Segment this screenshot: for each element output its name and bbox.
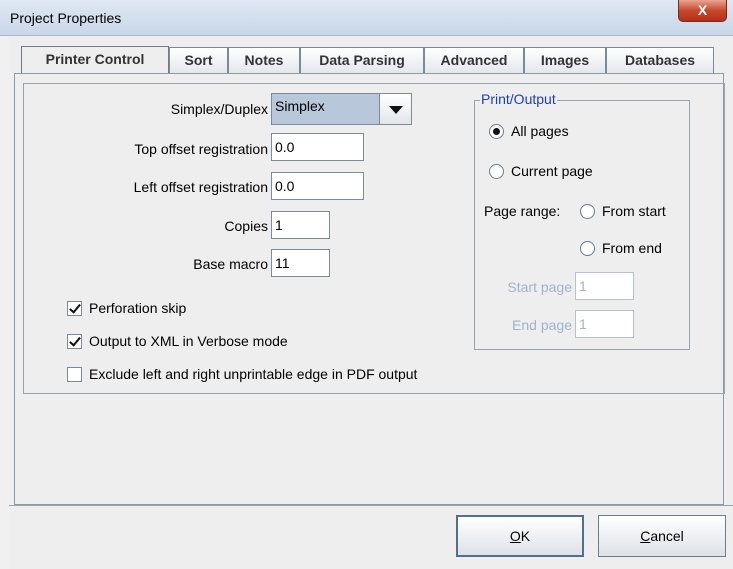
- ok-rest: K: [520, 528, 531, 544]
- current-page-radio[interactable]: [489, 164, 504, 179]
- exclude-edge-checkbox[interactable]: [67, 367, 82, 382]
- ok-button[interactable]: OK: [456, 515, 584, 557]
- all-pages-label[interactable]: All pages: [511, 123, 569, 139]
- start-page-input[interactable]: 1: [575, 272, 634, 300]
- chevron-down-icon[interactable]: [379, 94, 411, 124]
- exclude-edge-label[interactable]: Exclude left and right unprintable edge …: [89, 366, 417, 382]
- output-xml-verbose-checkbox[interactable]: [67, 334, 82, 349]
- top-offset-label: Top offset registration: [134, 141, 268, 157]
- title-bar[interactable]: Project Properties X: [0, 0, 733, 36]
- page-range-label: Page range:: [484, 203, 561, 219]
- start-page-label: Start page: [507, 279, 572, 295]
- tab-images[interactable]: Images: [524, 47, 606, 73]
- cancel-mnemonic: C: [640, 528, 651, 544]
- output-xml-verbose-label[interactable]: Output to XML in Verbose mode: [89, 333, 288, 349]
- current-page-label[interactable]: Current page: [511, 163, 593, 179]
- left-offset-input[interactable]: 0.0: [271, 172, 364, 200]
- window-title: Project Properties: [10, 10, 122, 26]
- left-offset-label: Left offset registration: [133, 179, 268, 195]
- base-macro-label: Base macro: [193, 256, 268, 272]
- from-start-radio[interactable]: [580, 204, 595, 219]
- cancel-button[interactable]: Cancel: [598, 515, 726, 557]
- tab-databases[interactable]: Databases: [606, 47, 714, 73]
- tab-sort[interactable]: Sort: [169, 47, 228, 73]
- ok-mnemonic: O: [509, 528, 521, 544]
- end-page-input[interactable]: 1: [575, 310, 634, 338]
- close-icon: X: [697, 2, 708, 18]
- top-offset-input[interactable]: 0.0: [271, 133, 364, 161]
- perforation-skip-checkbox[interactable]: [67, 301, 82, 316]
- perforation-skip-label[interactable]: Perforation skip: [89, 300, 186, 316]
- simplex-duplex-value: Simplex: [275, 98, 325, 114]
- tab-notes[interactable]: Notes: [228, 47, 300, 73]
- all-pages-radio[interactable]: [489, 124, 504, 139]
- from-end-label[interactable]: From end: [602, 240, 662, 256]
- simplex-duplex-select[interactable]: Simplex: [271, 93, 412, 125]
- copies-input[interactable]: 1: [271, 211, 330, 239]
- button-bar-divider: [9, 505, 733, 506]
- tab-advanced[interactable]: Advanced: [424, 47, 524, 73]
- print-output-title: Print/Output: [480, 91, 557, 107]
- end-page-label: End page: [512, 317, 572, 333]
- tab-printer-control[interactable]: Printer Control: [21, 46, 169, 74]
- copies-label: Copies: [224, 218, 268, 234]
- from-end-radio[interactable]: [580, 241, 595, 256]
- base-macro-input[interactable]: 11: [271, 249, 330, 277]
- tab-data-parsing[interactable]: Data Parsing: [300, 47, 424, 73]
- close-button[interactable]: X: [678, 0, 727, 22]
- project-properties-dialog: Project Properties X Printer Control Sor…: [0, 0, 733, 569]
- simplex-duplex-label: Simplex/Duplex: [170, 101, 268, 117]
- from-start-label[interactable]: From start: [602, 203, 666, 219]
- cancel-rest: ancel: [650, 528, 684, 544]
